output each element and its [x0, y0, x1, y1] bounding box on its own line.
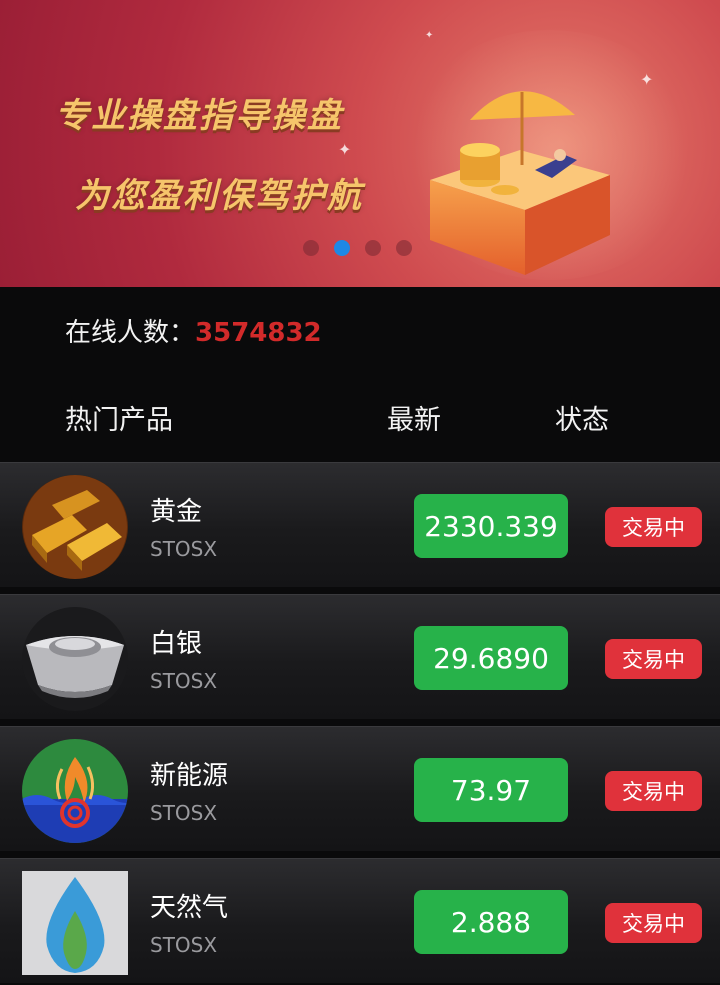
- product-row-gold[interactable]: 黄金 STOSX 2330.339 交易中: [0, 462, 720, 587]
- price-badge[interactable]: 2.888: [414, 890, 568, 954]
- product-name: 白银: [150, 629, 203, 659]
- carousel-dot[interactable]: [303, 240, 319, 256]
- gold-bars-icon: [22, 475, 128, 579]
- column-header-status: 状态: [555, 405, 609, 436]
- banner-slogan-line1: 专业操盘指导操盘: [55, 96, 343, 136]
- price-badge[interactable]: 2330.339: [414, 494, 568, 558]
- trading-status-badge: 交易中: [605, 903, 702, 943]
- carousel-indicator: [303, 240, 412, 256]
- banner-slogan-line2: 为您盈利保驾护航: [75, 176, 363, 216]
- online-count-value: 3574832: [195, 318, 322, 348]
- product-row-silver[interactable]: 白银 STOSX 29.6890 交易中: [0, 594, 720, 719]
- product-name: 黄金: [150, 497, 203, 527]
- carousel-dot-active[interactable]: [334, 240, 350, 256]
- trading-status-badge: 交易中: [605, 507, 702, 547]
- product-name: 天然气: [150, 893, 229, 923]
- silver-ingot-icon: [22, 607, 128, 711]
- sparkle-icon: ✦: [425, 30, 434, 41]
- column-header-latest: 最新: [387, 405, 441, 436]
- online-count: 在线人数：3574832: [65, 312, 322, 349]
- trading-status-badge: 交易中: [605, 771, 702, 811]
- umbrella-coins-illustration: [430, 91, 610, 275]
- product-name: 新能源: [150, 761, 229, 791]
- product-code: STOSX: [150, 537, 218, 561]
- online-count-label: 在线人数：: [65, 318, 196, 348]
- sparkle-icon: ✦: [640, 70, 654, 89]
- product-code: STOSX: [150, 669, 218, 693]
- carousel-dot[interactable]: [365, 240, 381, 256]
- product-row-natural-gas[interactable]: 天然气 STOSX 2.888 交易中: [0, 858, 720, 983]
- price-badge[interactable]: 73.97: [414, 758, 568, 822]
- product-code: STOSX: [150, 933, 218, 957]
- trading-status-badge: 交易中: [605, 639, 702, 679]
- natural-gas-flame-icon: [22, 871, 128, 975]
- carousel-dot[interactable]: [396, 240, 412, 256]
- product-code: STOSX: [150, 801, 218, 825]
- sparkle-icon: ✦: [338, 140, 352, 159]
- column-header-product: 热门产品: [65, 405, 173, 436]
- product-row-new-energy[interactable]: 新能源 STOSX 73.97 交易中: [0, 726, 720, 851]
- price-badge[interactable]: 29.6890: [414, 626, 568, 690]
- new-energy-icon: [22, 739, 128, 843]
- promo-banner[interactable]: 专业操盘指导操盘 为您盈利保驾护航 ✦ ✦ ✦: [0, 0, 720, 287]
